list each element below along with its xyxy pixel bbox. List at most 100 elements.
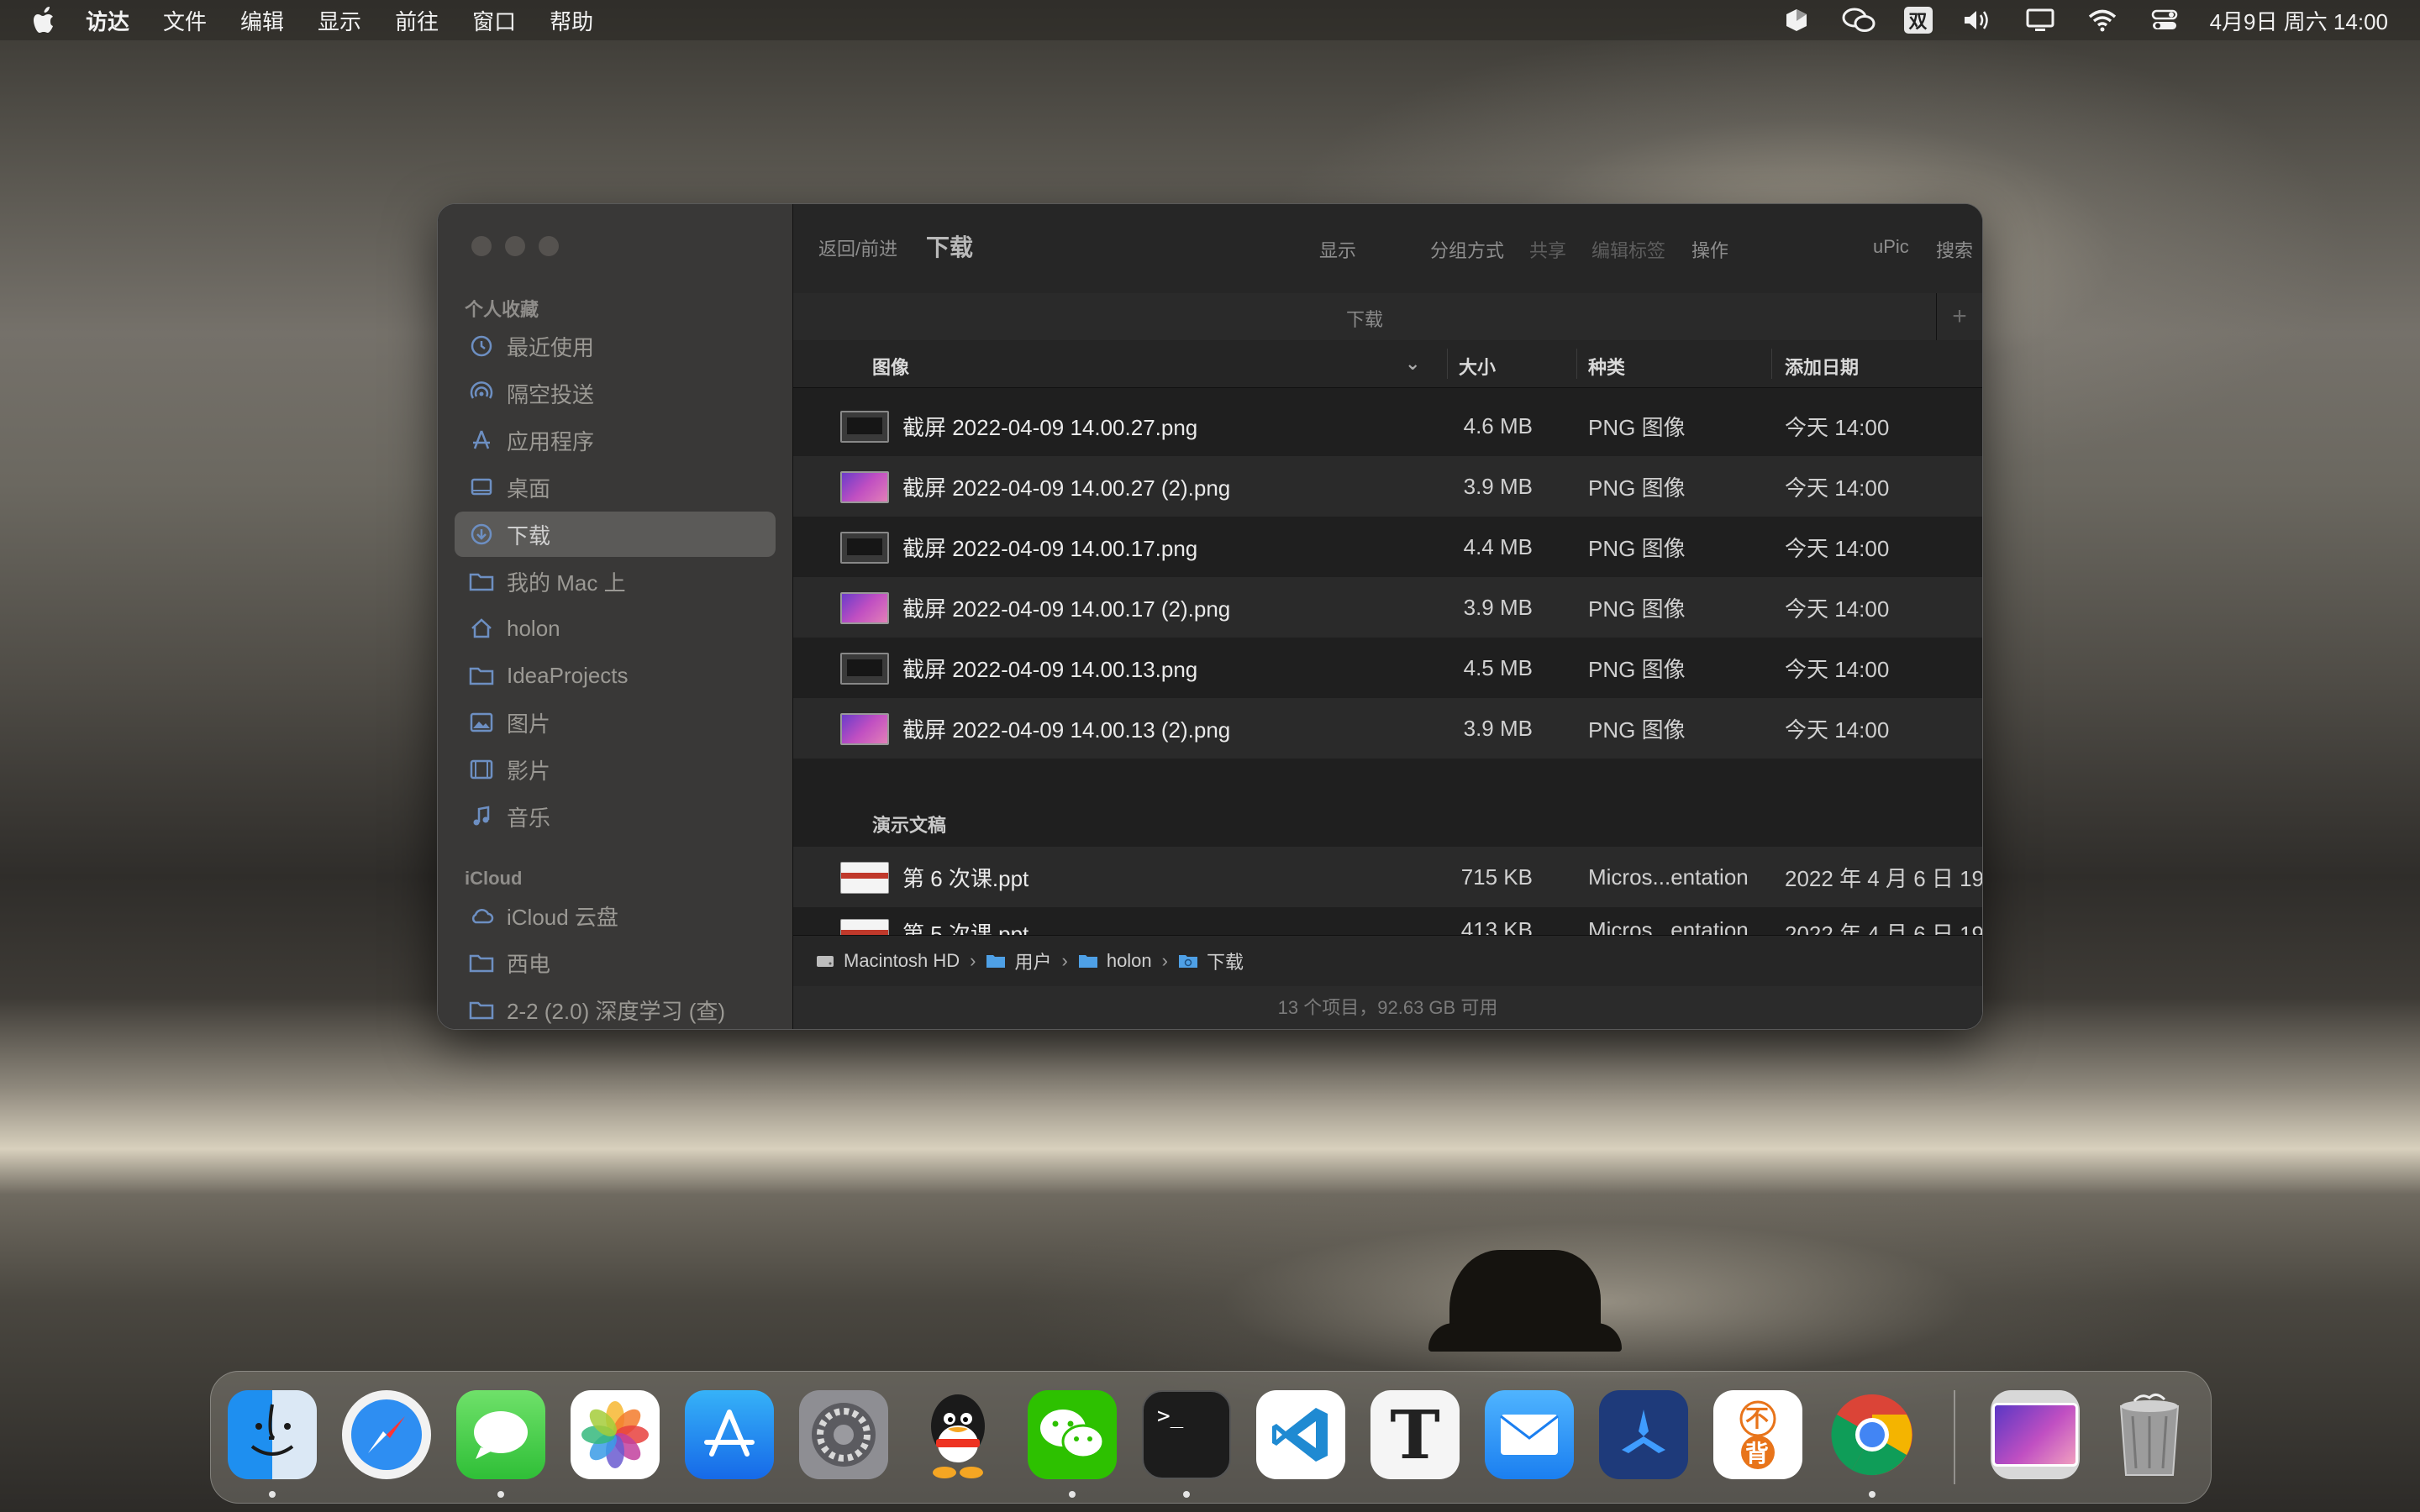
- display-icon[interactable]: [2023, 7, 2057, 34]
- sidebar-item-music[interactable]: 音乐: [455, 794, 776, 839]
- safari-app-icon[interactable]: [342, 1390, 431, 1479]
- system-preferences-app-icon[interactable]: [799, 1390, 888, 1479]
- screenshots-folder-icon[interactable]: [1991, 1390, 2080, 1479]
- path-bar: Macintosh HD › 用户 › holon › 下载: [793, 935, 1982, 986]
- menu-help[interactable]: 帮助: [550, 5, 593, 36]
- volume-icon[interactable]: [1961, 7, 1995, 34]
- edit-tags-button[interactable]: 编辑标签: [1591, 236, 1665, 263]
- action-button[interactable]: 操作: [1691, 236, 1728, 263]
- upic-button[interactable]: uPic: [1873, 236, 1909, 258]
- qq-app-icon[interactable]: [913, 1390, 1002, 1479]
- file-thumbnail: [840, 653, 889, 685]
- control-center-icon[interactable]: [2148, 7, 2181, 34]
- wifi-icon[interactable]: [2086, 7, 2119, 34]
- wechat-status-icon[interactable]: [1842, 7, 1876, 34]
- bubei-bottom-glyph: 背: [1745, 1441, 1770, 1467]
- trash-icon[interactable]: [2105, 1390, 2194, 1479]
- menu-file[interactable]: 文件: [163, 5, 207, 36]
- cube-status-icon[interactable]: [1780, 7, 1813, 34]
- sidebar-item-desktop[interactable]: 桌面: [455, 465, 776, 510]
- feishu-app-icon[interactable]: [1599, 1390, 1688, 1479]
- search-button[interactable]: 搜索: [1936, 236, 1973, 263]
- path-item-macintosh-hd[interactable]: Macintosh HD: [815, 950, 960, 972]
- sidebar-item-deep-learning[interactable]: 2-2 (2.0) 深度学习 (查): [455, 987, 776, 1029]
- close-button[interactable]: [471, 236, 492, 256]
- file-date: 今天 14:00: [1785, 656, 1890, 682]
- sidebar-item-downloads[interactable]: 下载: [455, 512, 776, 557]
- chevron-down-icon[interactable]: ⌄: [1405, 353, 1420, 375]
- app-store-app-icon[interactable]: [685, 1390, 774, 1479]
- sidebar-item-recents[interactable]: 最近使用: [455, 323, 776, 369]
- column-header-name[interactable]: 图像: [872, 353, 909, 380]
- typora-app-icon[interactable]: T: [1370, 1390, 1460, 1479]
- cloud-icon: [468, 902, 495, 929]
- desktop-icon: [468, 474, 495, 501]
- menu-window[interactable]: 窗口: [472, 5, 516, 36]
- sidebar-item-pictures[interactable]: 图片: [455, 700, 776, 745]
- apple-menu-icon[interactable]: [30, 5, 60, 35]
- finder-app-icon[interactable]: [228, 1390, 317, 1479]
- folder-icon: [986, 953, 1006, 969]
- file-kind: PNG 图像: [1588, 596, 1686, 622]
- column-separator[interactable]: [1576, 349, 1577, 379]
- file-row[interactable]: 截屏 2022-04-09 14.00.17 (2).png 3.9 MB PN…: [793, 577, 1982, 638]
- column-separator[interactable]: [1771, 349, 1772, 379]
- hard-drive-icon: [815, 953, 835, 969]
- file-date: 今天 14:00: [1785, 414, 1890, 440]
- sidebar-item-ideaprojects[interactable]: IdeaProjects: [455, 653, 776, 698]
- chrome-app-icon[interactable]: [1828, 1390, 1917, 1479]
- new-tab-button[interactable]: +: [1936, 293, 1982, 340]
- path-item-downloads[interactable]: 下载: [1178, 948, 1244, 974]
- menu-edit[interactable]: 编辑: [240, 5, 284, 36]
- path-item-users[interactable]: 用户: [986, 948, 1052, 974]
- file-row[interactable]: 第 6 次课.ppt 715 KB Micros...entation 2022…: [793, 847, 1982, 907]
- sidebar-item-on-my-mac[interactable]: 我的 Mac 上: [455, 559, 776, 604]
- file-row[interactable]: 截屏 2022-04-09 14.00.27 (2).png 3.9 MB PN…: [793, 456, 1982, 517]
- file-name: 第 6 次课.ppt: [902, 865, 1029, 891]
- sidebar-section-favorites: 个人收藏: [465, 299, 539, 320]
- group-by-button[interactable]: 分组方式: [1430, 236, 1504, 263]
- chevron-right-icon: ›: [1161, 950, 1168, 971]
- sidebar-item-airdrop[interactable]: 隔空投送: [455, 370, 776, 416]
- file-row[interactable]: 截屏 2022-04-09 14.00.13 (2).png 3.9 MB PN…: [793, 698, 1982, 759]
- mail-app-icon[interactable]: [1485, 1390, 1574, 1479]
- zoom-button[interactable]: [539, 236, 559, 256]
- terminal-app-icon[interactable]: >_: [1142, 1390, 1231, 1479]
- file-row[interactable]: 截屏 2022-04-09 14.00.13.png 4.5 MB PNG 图像…: [793, 638, 1982, 698]
- view-button[interactable]: 显示: [1319, 236, 1356, 263]
- menu-view[interactable]: 显示: [318, 5, 361, 36]
- messages-app-icon[interactable]: [456, 1390, 545, 1479]
- column-header-date-added[interactable]: 添加日期: [1785, 353, 1859, 380]
- input-method-indicator[interactable]: 双: [1903, 7, 1933, 34]
- file-thumbnail: [840, 862, 889, 894]
- column-header-kind[interactable]: 种类: [1588, 353, 1625, 380]
- sidebar-item-holon[interactable]: holon: [455, 606, 776, 651]
- sidebar-item-xidian[interactable]: 西电: [455, 940, 776, 985]
- sidebar-item-applications[interactable]: 应用程序: [455, 417, 776, 463]
- sidebar-item-movies[interactable]: 影片: [455, 747, 776, 792]
- tab-downloads[interactable]: 下载: [793, 305, 1936, 332]
- menu-finder[interactable]: 访达: [86, 5, 129, 36]
- file-row[interactable]: 截屏 2022-04-09 14.00.17.png 4.4 MB PNG 图像…: [793, 517, 1982, 577]
- sidebar-item-icloud-drive[interactable]: iCloud 云盘: [455, 893, 776, 938]
- vscode-app-icon[interactable]: [1256, 1390, 1345, 1479]
- wechat-app-icon[interactable]: [1028, 1390, 1117, 1479]
- file-size: 4.5 MB: [1463, 654, 1533, 680]
- column-separator[interactable]: [1447, 349, 1448, 379]
- minimize-button[interactable]: [505, 236, 525, 256]
- file-row[interactable]: 第 5 次课.ppt 413 KB Micros...entation 2022…: [793, 907, 1982, 935]
- file-row[interactable]: 截屏 2022-04-09 14.00.27.png 4.6 MB PNG 图像…: [793, 396, 1982, 456]
- photos-app-icon[interactable]: [571, 1390, 660, 1479]
- path-item-holon[interactable]: holon: [1078, 950, 1152, 972]
- movies-icon: [468, 756, 495, 783]
- bubei-app-icon[interactable]: 不 背: [1713, 1390, 1802, 1479]
- file-kind: PNG 图像: [1588, 414, 1686, 440]
- window-controls: [471, 236, 559, 256]
- share-button[interactable]: 共享: [1529, 236, 1566, 263]
- column-header-size[interactable]: 大小: [1459, 353, 1496, 380]
- back-forward-button[interactable]: 返回/前进: [818, 234, 897, 261]
- menu-go[interactable]: 前往: [395, 5, 439, 36]
- file-thumbnail: [840, 411, 889, 443]
- menubar-clock[interactable]: 4月9日 周六 14:00: [2210, 5, 2388, 36]
- group-header-presentations: 演示文稿: [872, 815, 947, 836]
